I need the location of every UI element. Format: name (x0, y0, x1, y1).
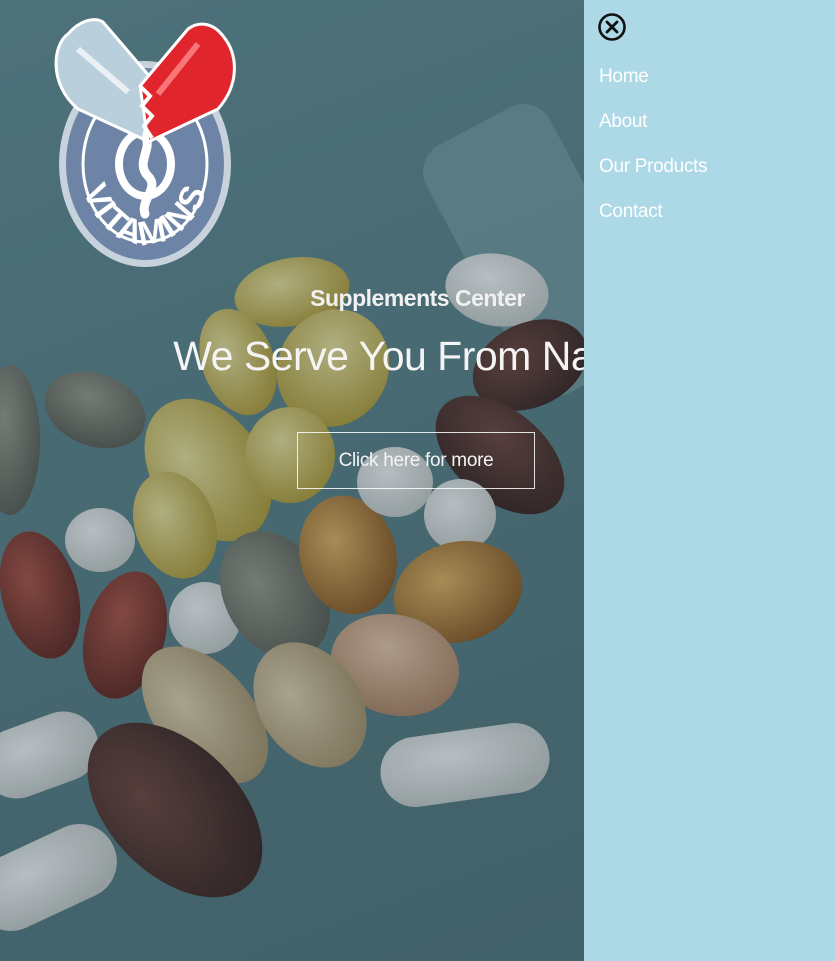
vitamins-logo[interactable]: VITAMINS (48, 14, 242, 270)
close-menu-button[interactable] (597, 12, 627, 42)
click-here-button[interactable]: Click here for more (297, 432, 535, 489)
close-circle-icon (598, 13, 626, 41)
side-menu: Home About Our Products Contact (584, 0, 835, 961)
nav-our-products[interactable]: Our Products (599, 154, 708, 199)
nav-contact[interactable]: Contact (599, 199, 707, 244)
nav-about[interactable]: About (599, 109, 707, 154)
nav-home[interactable]: Home (599, 64, 707, 109)
side-nav: Home About Our Products Contact (599, 64, 708, 244)
